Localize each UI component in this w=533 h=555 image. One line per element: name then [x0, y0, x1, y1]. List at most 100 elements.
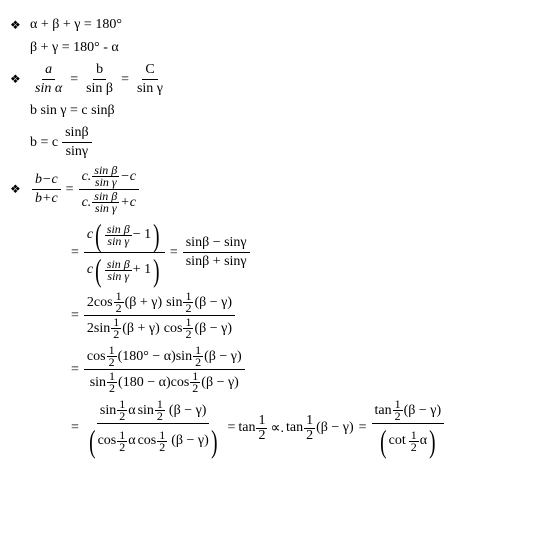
num: 2 cos 12 (β + γ) sin 12 (β − γ)	[84, 290, 235, 316]
expr: = 2 cos 12 (β + γ) sin 12 (β − γ) 2 sin …	[68, 290, 237, 341]
text: cos	[164, 321, 183, 337]
den: sin 12 (180 − α) cos 12 (β − γ)	[87, 370, 242, 395]
equals: =	[66, 182, 74, 198]
paren-icon: )	[211, 425, 217, 457]
eq-line-1: ❖ α + β + γ = 180°	[10, 15, 523, 35]
num: tan 12 (β − γ)	[372, 398, 445, 424]
den: sin γ	[93, 177, 119, 188]
text: (β − γ)	[204, 349, 242, 365]
text: 2	[87, 321, 94, 337]
half-frac: 12	[409, 430, 419, 453]
text: + 1	[133, 262, 151, 278]
frac: tan 12 (β − γ) ( cot 12 α )	[372, 398, 445, 458]
paren-icon: (	[380, 425, 386, 457]
den: 2	[117, 411, 127, 422]
num: b−c	[32, 171, 61, 190]
equals: =	[227, 420, 235, 436]
text: (β − γ)	[316, 420, 354, 436]
text: tan	[238, 420, 255, 436]
den: sin γ	[105, 271, 131, 282]
text: cos	[98, 433, 117, 449]
text: sin	[94, 321, 110, 337]
den: sin γ	[93, 203, 119, 214]
den: 2	[107, 357, 117, 368]
num: sinβ	[62, 124, 91, 143]
text: sin	[166, 295, 182, 311]
text: cos	[138, 433, 157, 449]
half-frac: 12	[155, 399, 165, 422]
den: sin γ	[105, 236, 131, 247]
text: b = c	[30, 135, 58, 151]
den: sin β	[83, 80, 116, 98]
half-frac: 12	[190, 371, 200, 394]
den: 2	[114, 303, 124, 314]
equals: =	[71, 420, 79, 436]
text: −c	[120, 169, 136, 185]
half-frac: 12	[256, 414, 267, 443]
half-frac: 12	[107, 345, 117, 368]
paren-icon: )	[153, 254, 159, 286]
frac: 2 cos 12 (β + γ) sin 12 (β − γ) 2 sin 12…	[84, 290, 235, 341]
text: sin	[100, 403, 116, 419]
den: 2	[409, 442, 419, 453]
num: cos 12 (180° − α) sin 12 (β − γ)	[84, 344, 245, 370]
den: 2	[157, 442, 167, 453]
text: α	[420, 433, 427, 449]
num: sinβ − sinγ	[183, 234, 250, 253]
eq-line-8: = 2 cos 12 (β + γ) sin 12 (β − γ) 2 sin …	[10, 290, 523, 341]
text: sin	[138, 403, 154, 419]
paren-icon: )	[429, 425, 435, 457]
equals: =	[71, 245, 79, 261]
half-frac: 12	[117, 430, 127, 453]
half-frac: 12	[304, 414, 315, 443]
den: 2	[190, 383, 200, 394]
half-frac: 12	[183, 291, 193, 314]
frac: cos 12 (180° − α) sin 12 (β − γ) sin 12 …	[84, 344, 245, 395]
frac: C sin γ	[134, 61, 166, 98]
num: a	[42, 61, 55, 80]
equals: =	[71, 362, 79, 378]
half-frac: 12	[193, 345, 203, 368]
text: (β − γ)	[171, 433, 209, 449]
small-frac: sin β sin γ	[92, 191, 119, 214]
text: c.	[82, 195, 92, 211]
small-frac: sin β sin γ	[105, 224, 132, 247]
den: ( cos 12 α cos 12 (β − γ) )	[84, 424, 223, 458]
text: ∝.	[270, 420, 284, 437]
text: (β − γ)	[169, 403, 207, 419]
text: 2	[87, 295, 94, 311]
equals: =	[359, 420, 367, 436]
equals: =	[121, 72, 129, 88]
text: (180 − α)	[118, 375, 171, 391]
text: α	[128, 433, 135, 449]
den: 2	[107, 383, 117, 394]
text: cos	[171, 375, 190, 391]
equals: =	[170, 245, 178, 261]
eq-line-2: β + γ = 180° - α	[10, 38, 523, 58]
den: 2	[256, 429, 267, 443]
text: +c	[120, 195, 136, 211]
eq-line-9: = cos 12 (180° − α) sin 12 (β − γ) sin 1…	[10, 344, 523, 395]
small-frac: sin β sin γ	[92, 165, 119, 188]
expr: = cos 12 (180° − α) sin 12 (β − γ) sin 1…	[68, 344, 247, 395]
expr: b sin γ = c sinβ	[30, 103, 115, 119]
eq-line-4: b sin γ = c sinβ	[10, 101, 523, 121]
den: sinβ + sinγ	[183, 253, 250, 271]
text: α	[128, 403, 135, 419]
text: tan	[375, 403, 392, 419]
den: sin γ	[134, 80, 166, 98]
text: cos	[87, 349, 106, 365]
text: (β − γ)	[194, 295, 232, 311]
num: b	[93, 61, 106, 80]
expr: α + β + γ = 180°	[30, 17, 122, 33]
text: (β + γ)	[122, 321, 160, 337]
half-frac: 12	[107, 371, 117, 394]
frac: sinβ − sinγ sinβ + sinγ	[183, 234, 250, 271]
half-frac: 12	[111, 317, 121, 340]
eq-line-7: = c ( sin β sin γ − 1 ) c ( sin β sin γ …	[10, 218, 523, 287]
frac: c ( sin β sin γ − 1 ) c ( sin β sin γ + …	[84, 218, 165, 287]
text: (β − γ)	[404, 403, 442, 419]
paren-icon: (	[95, 254, 101, 286]
half-frac: 12	[157, 430, 167, 453]
frac: c. sin β sin γ −c c. sin β sin γ +c	[79, 164, 139, 215]
